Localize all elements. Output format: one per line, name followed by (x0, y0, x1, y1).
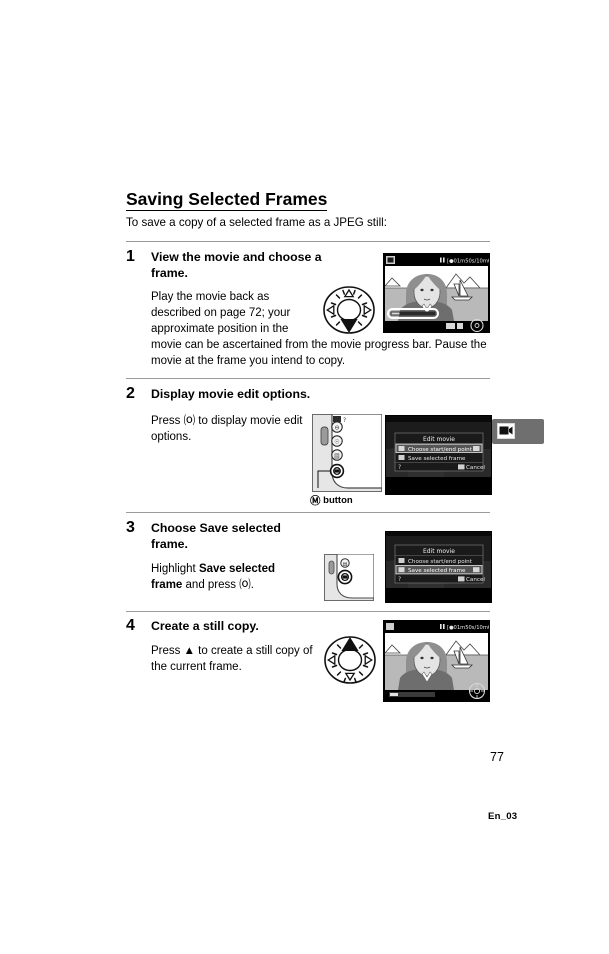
divider-above-step-2 (126, 378, 490, 379)
ok-button-caption: Ⓜ button (310, 495, 353, 507)
manual-page: Saving Selected Frames To save a copy of… (0, 0, 609, 954)
divider-above-step-3 (126, 512, 490, 513)
step-3-number: 3 (126, 519, 135, 536)
divider-above-step-1 (126, 241, 490, 242)
step-3-body-prefix: Highlight (151, 563, 199, 575)
step-3-body: Highlight Save selected frame and press … (151, 562, 301, 594)
svg-text:?: ? (343, 417, 346, 424)
multi-selector-up (324, 633, 376, 690)
camera-back-diagram-ok-small: ▤ (324, 553, 375, 606)
svg-text:Choose start/end point: Choose start/end point (408, 559, 473, 565)
svg-text:▤: ▤ (343, 561, 348, 567)
svg-text:?: ? (398, 576, 401, 583)
camera-back-diagram-ok: ? ⊖ ☉ ▤ (312, 413, 383, 497)
svg-text:?: ? (398, 464, 401, 471)
multi-selector-down (323, 286, 375, 339)
movie-edit-icon (497, 423, 515, 439)
step-2-title: Display movie edit options. (151, 387, 311, 401)
svg-text:Save selected frame: Save selected frame (408, 456, 466, 462)
page-title: Saving Selected Frames (126, 189, 328, 212)
intro-text: To save a copy of a selected frame as a … (126, 216, 387, 229)
step-4-playback-screen: [●01m50s/10m00s] (383, 620, 490, 702)
ok-button-caption-label: button (323, 495, 353, 506)
svg-text:Save selected frame: Save selected frame (408, 568, 466, 574)
step-1-title: View the movie and choose a frame. (151, 250, 322, 280)
svg-text:Edit movie: Edit movie (423, 436, 455, 443)
step-2-body: Press ⒪ to display movie edit options. (151, 415, 303, 443)
footer-code: En_03 (488, 811, 518, 822)
step-2-number: 2 (126, 385, 135, 402)
svg-text:Edit movie: Edit movie (423, 548, 455, 555)
svg-text:Cancel: Cancel (466, 465, 485, 471)
svg-text:☉: ☉ (334, 439, 339, 446)
svg-text:Cancel: Cancel (466, 577, 485, 583)
step-4-number: 4 (126, 617, 135, 634)
svg-text:[●01m50s/10m00s]: [●01m50s/10m00s] (447, 625, 489, 631)
ok-button-icon: Ⓜ (310, 495, 321, 507)
step-3-body-suffix: and press ⒪. (182, 578, 254, 591)
step-3-title-prefix: Choose (151, 521, 200, 535)
svg-text:▤: ▤ (334, 453, 340, 460)
step-1-number: 1 (126, 248, 135, 265)
divider-above-step-4 (126, 611, 490, 612)
step-3-title: Choose Save selected frame. (151, 521, 311, 552)
step-3-edit-movie-menu-screen: Edit movie Choose start/end point Save s… (385, 531, 492, 603)
svg-text:⊖: ⊖ (334, 425, 339, 432)
step-1-playback-screen: [●01m50s/10m00s] (383, 253, 490, 333)
step-1-body-part1: Play the movie back as described on page… (151, 291, 291, 335)
svg-text:[●01m50s/10m00s]: [●01m50s/10m00s] (447, 258, 489, 264)
svg-text:Choose start/end point: Choose start/end point (408, 447, 473, 453)
step-3-title-suffix: . (184, 536, 188, 551)
step-4-body: Press ▲ to create a still copy of the cu… (151, 645, 313, 673)
page-title-wrap: Saving Selected Frames (126, 189, 328, 212)
step-1-body-part2: movie can be ascertained from the movie … (151, 339, 487, 367)
step-2-edit-movie-menu-screen: Edit movie Choose start/end point Save s… (385, 415, 492, 495)
page-number: 77 (490, 750, 504, 764)
edge-tab-movie-edit[interactable] (492, 419, 544, 444)
